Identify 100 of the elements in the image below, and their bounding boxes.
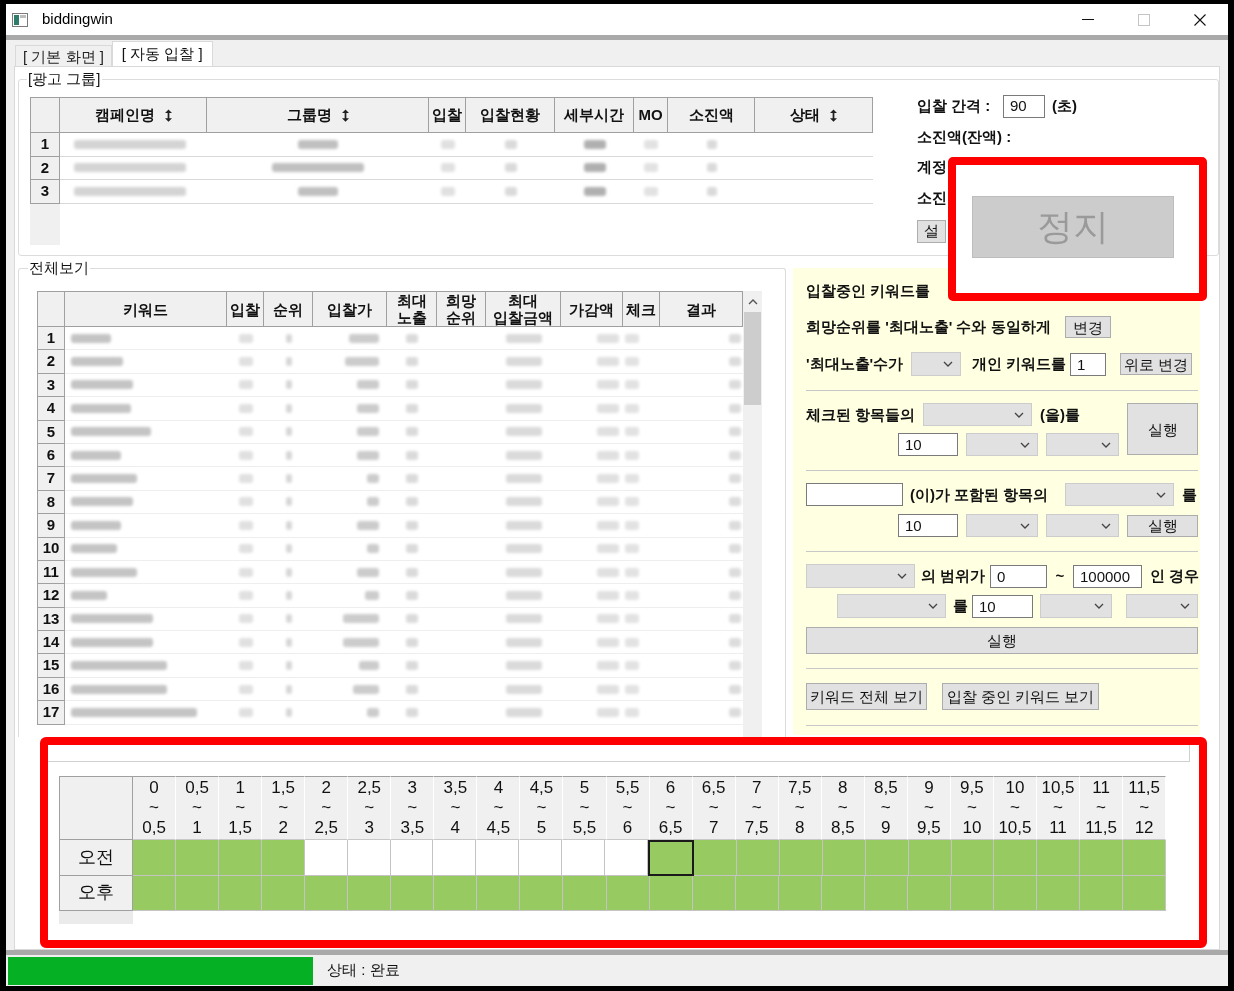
blurred-text (644, 163, 658, 173)
dropdown[interactable] (1065, 483, 1174, 506)
text-input[interactable] (806, 483, 903, 506)
column-header[interactable]: 캠페인명 (60, 97, 207, 133)
view-all-keywords-button[interactable]: 키워드 전체 보기 (806, 683, 927, 710)
blurred-text (505, 637, 542, 647)
dropdown[interactable] (837, 594, 946, 618)
blurred-text (298, 139, 338, 149)
run-button[interactable]: 실행 (806, 627, 1198, 654)
text-input[interactable]: 10 (898, 433, 958, 456)
blurred-text (238, 497, 253, 507)
column-header[interactable]: 순위 (264, 291, 313, 327)
blurred-text (343, 637, 379, 647)
chevron-down-icon (1020, 441, 1030, 448)
blurred-text (505, 403, 542, 413)
blurred-text (406, 380, 418, 390)
sort-icon (341, 108, 349, 122)
blurred-text (406, 707, 418, 717)
blurred-text (625, 357, 639, 367)
blurred-text (597, 544, 619, 554)
blurred-text (729, 661, 741, 671)
blurred-text (238, 544, 253, 554)
text-input[interactable]: 1 (1070, 352, 1106, 376)
view-bidding-keywords-button[interactable]: 입찰 중인 키워드 보기 (942, 683, 1099, 710)
column-header[interactable]: 입찰현황 (466, 97, 555, 133)
dropdown[interactable] (911, 352, 961, 376)
blurred-text (504, 186, 517, 196)
dropdown[interactable] (966, 433, 1038, 456)
dropdown[interactable] (1046, 433, 1119, 456)
instruction-text: '최대노출'수가 (806, 354, 904, 374)
column-header[interactable]: 최대 노출 (387, 291, 437, 327)
blurred-text (504, 139, 517, 149)
text-input[interactable]: 100000 (1073, 564, 1142, 588)
blurred-text (597, 661, 619, 671)
blurred-text (505, 661, 542, 671)
blurred-text (285, 450, 292, 460)
column-header[interactable]: 가감액 (561, 291, 623, 327)
blurred-text (729, 427, 741, 437)
run-button[interactable]: 실행 (1127, 403, 1198, 455)
blurred-text (238, 520, 253, 530)
chevron-down-icon (1014, 411, 1024, 418)
column-header[interactable]: 상태 (755, 97, 873, 133)
interval-input[interactable]: 90 (1003, 95, 1045, 118)
text-input[interactable]: 0 (990, 564, 1047, 588)
blurred-text (357, 427, 379, 437)
column-header[interactable]: 세부시간 (555, 97, 634, 133)
column-header[interactable]: 입찰가 (313, 291, 387, 327)
blurred-text (597, 707, 619, 717)
blurred-text (505, 544, 542, 554)
unit-label: (초) (1052, 96, 1077, 117)
blurred-text (71, 403, 131, 413)
time-slot-cell[interactable] (648, 840, 694, 876)
column-header: 11 ~ 11,5 (1080, 776, 1124, 840)
scrollbar-thumb[interactable] (744, 312, 761, 405)
column-header: 3,5 ~ 4 (434, 776, 478, 840)
column-header[interactable]: 최대 입찰금액 (486, 291, 561, 327)
column-header[interactable]: 소진액 (668, 97, 755, 133)
row-number: 16 (37, 677, 65, 702)
column-header[interactable]: 희망 순위 (437, 291, 486, 327)
row-number: 11 (37, 560, 65, 585)
blurred-text (285, 357, 292, 367)
blurred-text (597, 403, 619, 413)
row-number: 3 (30, 180, 60, 204)
instruction-text: (을)를 (1040, 404, 1080, 425)
blurred-text (625, 637, 639, 647)
change-button[interactable]: 변경 (1065, 316, 1111, 338)
text-input[interactable]: 10 (972, 594, 1033, 618)
column-header[interactable]: 결과 (660, 291, 743, 327)
column-header[interactable]: 키워드 (65, 291, 227, 327)
blurred-text (597, 497, 619, 507)
column-header[interactable]: 그룹명 (207, 97, 429, 133)
blurred-text (625, 567, 639, 577)
text-input[interactable]: 10 (898, 514, 958, 537)
column-header[interactable]: 입찰 (429, 97, 466, 133)
column-header[interactable]: MO (634, 97, 668, 133)
settings-button[interactable]: 설 (917, 220, 946, 243)
blurred-text (238, 357, 253, 367)
column-header: 7,5 ~ 8 (778, 776, 822, 840)
scrollbar[interactable] (743, 291, 762, 737)
dropdown[interactable] (923, 403, 1032, 426)
row-number: 3 (37, 373, 65, 398)
blurred-text (583, 186, 606, 196)
blurred-text (597, 637, 619, 647)
dropdown[interactable] (1046, 514, 1119, 537)
blurred-text (285, 614, 292, 624)
blurred-text (505, 427, 542, 437)
column-header[interactable]: 체크 (623, 291, 660, 327)
chevron-down-icon (943, 361, 953, 367)
move-up-button[interactable]: 위로 변경 (1120, 353, 1192, 375)
tab[interactable]: [ 자동 입찰 ] (111, 41, 213, 66)
dropdown[interactable] (806, 564, 915, 588)
dropdown[interactable] (966, 514, 1038, 537)
column-header[interactable]: 입찰 (227, 291, 264, 327)
blurred-text (285, 684, 292, 694)
tab[interactable]: [ 기본 화면 ] (15, 45, 112, 66)
dropdown[interactable] (1126, 594, 1198, 618)
blurred-text (625, 661, 639, 671)
status-text: 상태 : 완료 (327, 960, 400, 981)
run-button[interactable]: 실행 (1127, 514, 1198, 537)
dropdown[interactable] (1040, 594, 1112, 618)
